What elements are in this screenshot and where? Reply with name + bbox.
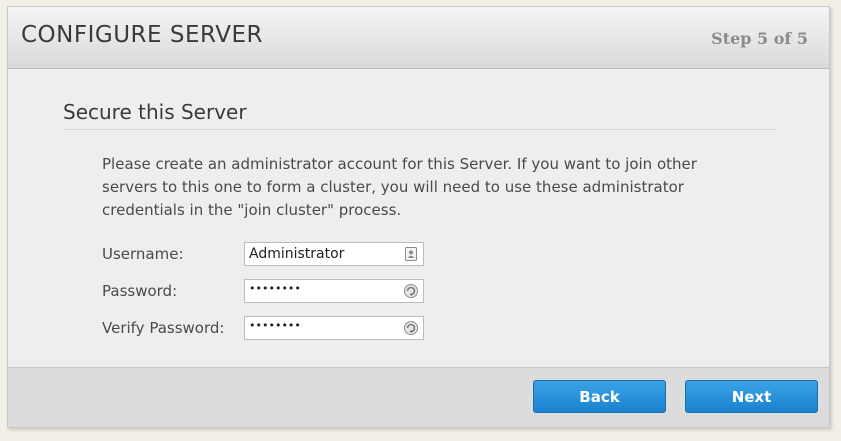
section-divider (63, 129, 775, 130)
dialog-footer: Back Next (8, 367, 829, 427)
username-row: Username: Administrator (102, 242, 432, 266)
username-label: Username: (102, 245, 184, 263)
section-title: Secure this Server (63, 100, 247, 124)
step-indicator: Step 5 of 5 (711, 29, 808, 48)
verify-password-value: •••••••• (249, 319, 301, 332)
verify-password-field[interactable]: •••••••• (244, 316, 424, 340)
password-row: Password: •••••••• (102, 279, 432, 303)
username-field[interactable]: Administrator (244, 242, 424, 266)
verify-password-label: Verify Password: (102, 319, 225, 337)
username-value: Administrator (249, 246, 345, 262)
password-label: Password: (102, 282, 178, 300)
password-value: •••••••• (249, 282, 301, 295)
password-reveal-icon[interactable] (403, 320, 419, 336)
contact-card-icon (405, 247, 417, 261)
back-button[interactable]: Back (533, 380, 666, 413)
configure-server-dialog: CONFIGURE SERVER Step 5 of 5 Secure this… (7, 6, 830, 428)
section-description: Please create an administrator account f… (102, 155, 697, 219)
password-field[interactable]: •••••••• (244, 279, 424, 303)
dialog-header: CONFIGURE SERVER Step 5 of 5 (8, 7, 829, 69)
dialog-title: CONFIGURE SERVER (21, 22, 263, 48)
password-reveal-icon[interactable] (403, 283, 419, 299)
next-button[interactable]: Next (685, 380, 818, 413)
verify-password-row: Verify Password: •••••••• (102, 316, 432, 340)
